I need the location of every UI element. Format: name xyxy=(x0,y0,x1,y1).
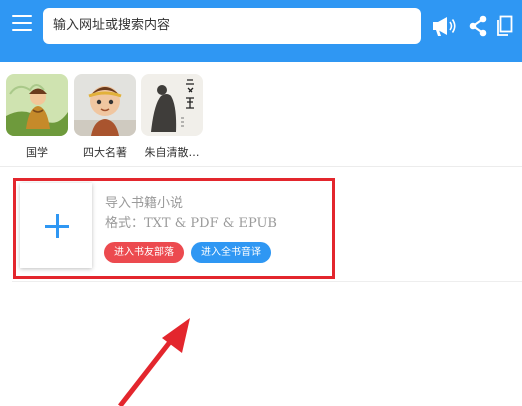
megaphone-icon[interactable] xyxy=(432,15,456,37)
book-cover-guoxue xyxy=(6,74,68,136)
book-label: 朱自清散… xyxy=(144,146,200,159)
search-placeholder: 输入网址或搜索内容 xyxy=(53,18,171,33)
book-shelf: 国学 四大名著 朱自清散… xyxy=(0,70,522,167)
highlight-box xyxy=(13,178,335,279)
book-item-zhuziqing[interactable]: 朱自清散… xyxy=(137,74,207,160)
book-cover-zhuziqing xyxy=(141,74,203,136)
top-bar: 输入网址或搜索内容 xyxy=(0,0,522,62)
book-cover-sidamingzhu xyxy=(74,74,136,136)
arrow-annotation xyxy=(118,318,190,406)
divider xyxy=(12,281,522,282)
book-label: 四大名著 xyxy=(83,146,127,159)
share-icon[interactable] xyxy=(468,15,488,37)
menu-icon[interactable] xyxy=(12,15,32,31)
tabs-icon[interactable] xyxy=(496,15,514,37)
search-input[interactable]: 输入网址或搜索内容 xyxy=(43,8,421,44)
book-item-guoxue[interactable]: 国学 xyxy=(2,74,72,160)
book-label: 国学 xyxy=(26,146,48,159)
book-item-sidamingzhu[interactable]: 四大名著 xyxy=(70,74,140,160)
